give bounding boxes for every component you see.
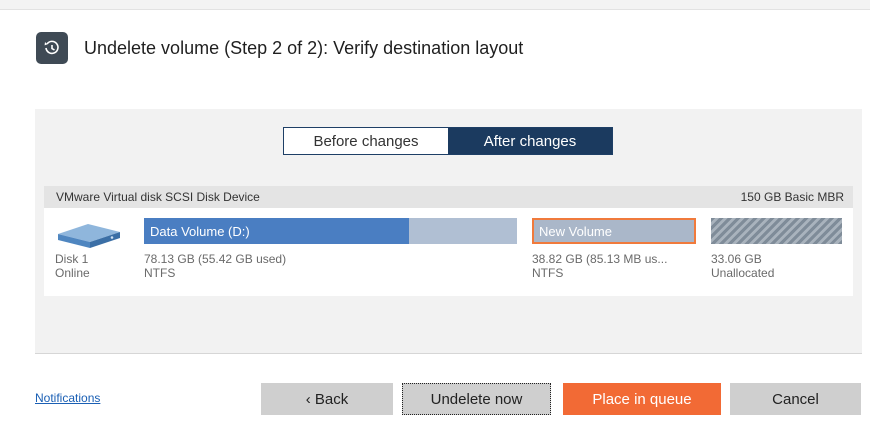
back-button[interactable]: ‹ Back	[261, 383, 393, 415]
tab-before-changes[interactable]: Before changes	[284, 128, 448, 154]
disk-row[interactable]: Disk 1 Online Data Volume (D:) 78.13 GB …	[44, 208, 853, 296]
volume-info-data-d: 78.13 GB (55.42 GB used) NTFS	[144, 252, 286, 280]
volume-fs: NTFS	[144, 266, 176, 280]
volume-size: 38.82 GB (85.13 MB us...	[532, 252, 668, 266]
undelete-now-button[interactable]: Undelete now	[402, 383, 551, 415]
hard-disk-icon	[54, 220, 124, 250]
view-toggle: Before changes After changes	[283, 127, 613, 155]
volume-info-new: 38.82 GB (85.13 MB us... NTFS	[532, 252, 667, 280]
volume-data-d[interactable]: Data Volume (D:)	[144, 218, 517, 244]
tab-after-changes[interactable]: After changes	[448, 128, 612, 154]
disk-header: VMware Virtual disk SCSI Disk Device 150…	[44, 186, 853, 208]
volume-new[interactable]: New Volume	[532, 218, 696, 244]
disk-summary: 150 GB Basic MBR	[740, 190, 844, 204]
disk-status: Online	[55, 266, 90, 280]
unallocated-space[interactable]	[711, 218, 842, 244]
disk-device-name: VMware Virtual disk SCSI Disk Device	[56, 190, 260, 204]
disk-label: Disk 1 Online	[55, 252, 90, 280]
volume-size: 78.13 GB (55.42 GB used)	[144, 252, 287, 266]
volume-info-unallocated: 33.06 GB Unallocated	[711, 252, 774, 280]
undelete-history-icon	[36, 32, 68, 64]
cancel-button[interactable]: Cancel	[730, 383, 861, 415]
volume-fs: NTFS	[532, 266, 564, 280]
place-in-queue-button[interactable]: Place in queue	[563, 383, 721, 415]
window-top-border	[0, 0, 870, 10]
volume-name: Data Volume (D:)	[150, 223, 250, 239]
disk-number: Disk 1	[55, 252, 89, 266]
volume-name: New Volume	[539, 223, 612, 239]
notifications-link[interactable]: Notifications	[35, 391, 100, 405]
layout-preview-panel: Before changes After changes VMware Virt…	[35, 109, 862, 354]
volume-fs: Unallocated	[711, 266, 775, 280]
volume-size: 33.06 GB	[711, 252, 762, 266]
page-title: Undelete volume (Step 2 of 2): Verify de…	[84, 37, 524, 58]
dialog-header: Undelete volume (Step 2 of 2): Verify de…	[36, 32, 523, 64]
